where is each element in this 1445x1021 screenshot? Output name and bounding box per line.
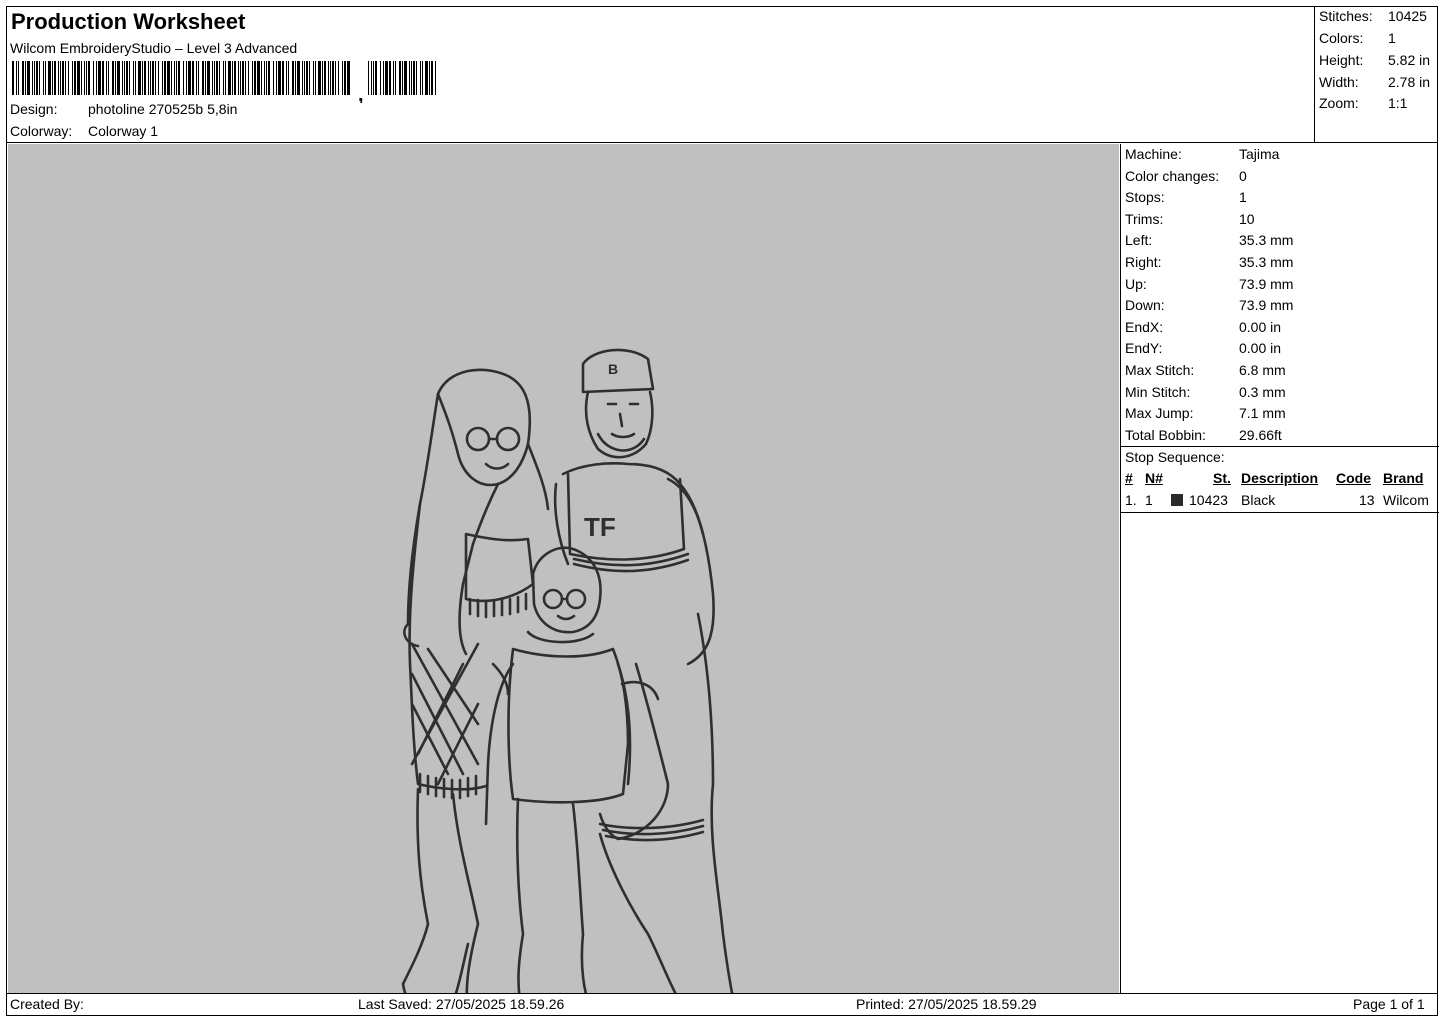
row-num: 1. bbox=[1125, 492, 1137, 508]
machine-info-row: EndY: 0.00 in bbox=[1125, 340, 1281, 356]
summary-panel: Stitches: 10425 Colors: 1 Height: 5.82 in W… bbox=[1314, 6, 1438, 143]
stitches-label: Stitches: bbox=[1319, 8, 1373, 24]
machine-info-row: Stops: 1 bbox=[1125, 189, 1247, 205]
height-value: 5.82 in bbox=[1388, 52, 1431, 68]
zoom-value: 1:1 bbox=[1388, 95, 1408, 111]
machine-info-label: Right: bbox=[1125, 254, 1162, 270]
row-brand: Wilcom bbox=[1383, 492, 1429, 508]
page-title: Production Worksheet bbox=[11, 9, 246, 34]
design-label: Design: bbox=[10, 101, 58, 117]
colorway-row: Colorway: Colorway 1 bbox=[10, 123, 158, 139]
design-row: Design: photoline 270525b 5,8in bbox=[10, 101, 237, 117]
width-value: 2.78 in bbox=[1388, 74, 1431, 90]
machine-info-label: Up: bbox=[1125, 275, 1147, 292]
color-swatch bbox=[1171, 494, 1183, 506]
colorway-value: Colorway 1 bbox=[88, 123, 159, 139]
barcode: , bbox=[12, 61, 436, 103]
height-row: Height: 5.82 in bbox=[1319, 52, 1430, 68]
printed-date: Printed: 27/05/2025 18.59.29 bbox=[856, 996, 1037, 1012]
height-label: Height: bbox=[1319, 52, 1364, 68]
col-code: Code bbox=[1336, 470, 1371, 486]
child-figure bbox=[484, 546, 632, 993]
machine-info-row: Trims: 10 bbox=[1125, 211, 1255, 227]
row-code: 13 bbox=[1359, 492, 1375, 508]
machine-info-value: 6.8 mm bbox=[1239, 362, 1286, 378]
last-saved: Last Saved: 27/05/2025 18.59.26 bbox=[358, 996, 565, 1012]
machine-info-value: 0.00 in bbox=[1239, 318, 1282, 335]
zoom-label: Zoom: bbox=[1319, 95, 1359, 111]
machine-info-row: Machine: Tajima bbox=[1125, 146, 1279, 162]
machine-info-label: Trims: bbox=[1125, 210, 1164, 227]
machine-info-value: 7.1 mm bbox=[1239, 405, 1286, 422]
stitches-row: Stitches: 10425 bbox=[1319, 8, 1427, 24]
row-n: 1 bbox=[1145, 492, 1153, 508]
machine-info-label: Down: bbox=[1125, 297, 1165, 314]
woman-figure bbox=[401, 368, 550, 993]
col-num: # bbox=[1125, 470, 1133, 486]
machine-info-value: 0 bbox=[1239, 167, 1247, 184]
col-brand: Brand bbox=[1383, 470, 1424, 486]
machine-info-label: Max Jump: bbox=[1125, 405, 1194, 422]
machine-info-value: 35.3 mm bbox=[1239, 254, 1294, 270]
machine-info-label: Max Stitch: bbox=[1125, 362, 1195, 378]
machine-info-row: Right: 35.3 mm bbox=[1125, 254, 1293, 270]
design-preview: TF B bbox=[8, 144, 1119, 993]
software-name: Wilcom EmbroideryStudio – Level 3 Advanc… bbox=[10, 40, 298, 56]
machine-info-row: Max Jump: 7.1 mm bbox=[1125, 405, 1286, 421]
machine-info-value: Tajima bbox=[1239, 146, 1280, 162]
stop-sequence-title: Stop Sequence: bbox=[1125, 449, 1225, 465]
worksheet-footer: Created By: Last Saved: 27/05/2025 18.59… bbox=[6, 993, 1438, 1016]
machine-info-row: Min Stitch: 0.3 mm bbox=[1125, 384, 1286, 400]
machine-info-value: 29.66ft bbox=[1239, 426, 1282, 443]
col-description: Description bbox=[1241, 470, 1319, 486]
machine-info-row: Left: 35.3 mm bbox=[1125, 232, 1293, 248]
machine-info-row: Down: 73.9 mm bbox=[1125, 297, 1293, 313]
cap-letter: B bbox=[608, 361, 618, 377]
machine-info-value: 10 bbox=[1239, 210, 1255, 227]
row-description: Black bbox=[1241, 492, 1276, 508]
machine-info-panel: Machine: Tajima Color changes: 0 Stops: 1 Trim… bbox=[1120, 144, 1439, 993]
machine-info-label: EndX: bbox=[1125, 318, 1164, 335]
machine-info-row: EndX: 0.00 in bbox=[1125, 319, 1281, 335]
design-value: photoline 270525b 5,8in bbox=[88, 101, 238, 117]
machine-info-label: EndY: bbox=[1125, 340, 1163, 357]
created-by: Created By: bbox=[10, 996, 84, 1012]
colorway-label: Colorway: bbox=[10, 123, 73, 139]
colors-row: Colors: 1 bbox=[1319, 30, 1396, 46]
width-label: Width: bbox=[1319, 74, 1359, 90]
zoom-row: Zoom: 1:1 bbox=[1319, 95, 1407, 111]
machine-info-row: Up: 73.9 mm bbox=[1125, 276, 1293, 292]
machine-info-label: Stops: bbox=[1125, 189, 1165, 206]
section-divider bbox=[1121, 446, 1439, 447]
machine-info-row: Total Bobbin: 29.66ft bbox=[1125, 427, 1282, 443]
machine-info-row: Color changes: 0 bbox=[1125, 168, 1247, 184]
machine-info-value: 35.3 mm bbox=[1239, 232, 1294, 249]
row-st: 10423 bbox=[1189, 492, 1228, 508]
machine-info-value: 0.00 in bbox=[1239, 340, 1282, 357]
machine-info-value: 73.9 mm bbox=[1239, 275, 1294, 292]
machine-info-label: Color changes: bbox=[1125, 167, 1220, 184]
col-st: St. bbox=[1213, 470, 1231, 486]
worksheet-header: Production Worksheet Wilcom EmbroiderySt… bbox=[6, 6, 1314, 143]
svg-text:,: , bbox=[358, 84, 364, 103]
machine-info-label: Total Bobbin: bbox=[1125, 426, 1206, 443]
section-divider bbox=[1121, 512, 1439, 513]
machine-info-label: Min Stitch: bbox=[1125, 383, 1191, 400]
width-row: Width: 2.78 in bbox=[1319, 74, 1430, 90]
stitches-value: 10425 bbox=[1388, 8, 1427, 24]
chest-monogram: TF bbox=[584, 512, 616, 542]
machine-info-value: 1 bbox=[1239, 189, 1247, 206]
colors-value: 1 bbox=[1388, 30, 1396, 46]
machine-info-label: Left: bbox=[1125, 232, 1153, 249]
colors-label: Colors: bbox=[1319, 30, 1364, 46]
col-n: N# bbox=[1145, 470, 1163, 486]
man-figure bbox=[553, 348, 734, 993]
machine-info-label: Machine: bbox=[1125, 146, 1182, 162]
embroidery-artwork: TF B bbox=[401, 348, 734, 993]
machine-info-value: 0.3 mm bbox=[1239, 383, 1286, 400]
page-number: Page 1 of 1 bbox=[1353, 996, 1425, 1012]
machine-info-row: Max Stitch: 6.8 mm bbox=[1125, 362, 1286, 378]
machine-info-value: 73.9 mm bbox=[1239, 297, 1294, 314]
